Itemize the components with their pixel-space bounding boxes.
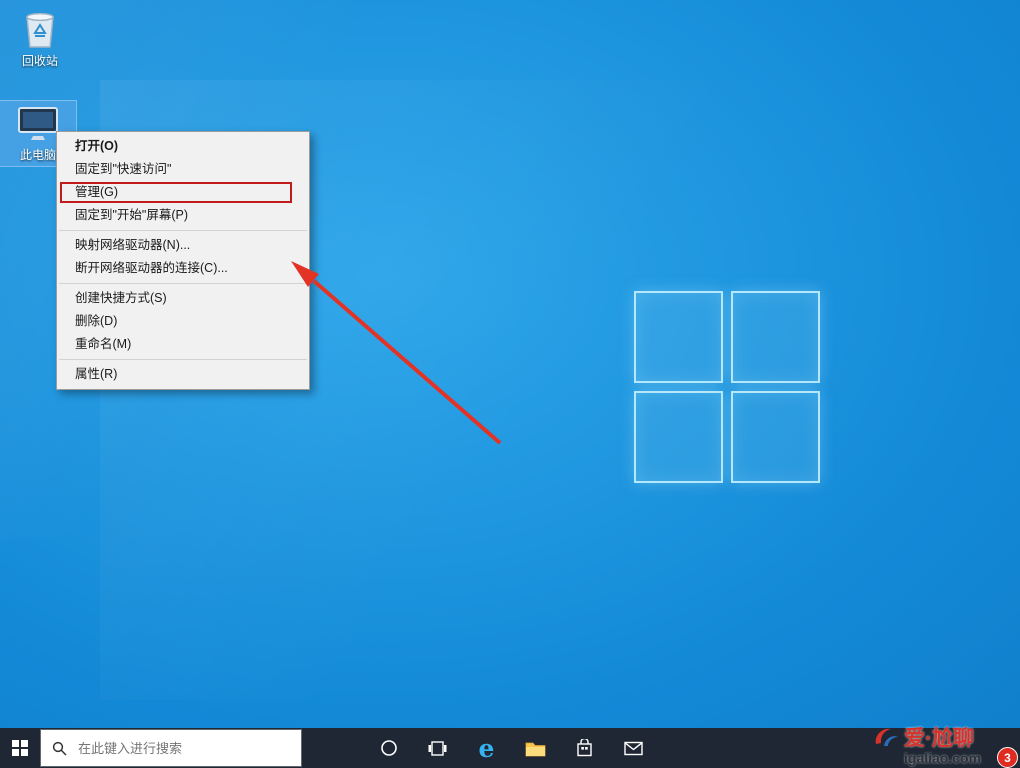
file-explorer-icon <box>525 740 546 757</box>
windows-logo-pane <box>634 391 723 483</box>
cortana-icon <box>380 739 398 757</box>
mail-button[interactable] <box>609 728 658 768</box>
edge-icon: e <box>479 736 495 761</box>
store-button[interactable] <box>560 728 609 768</box>
menu-item-manage[interactable]: 管理(G) <box>57 181 309 204</box>
task-view-icon <box>428 740 447 757</box>
this-pc-icon <box>16 105 60 143</box>
menu-separator <box>59 230 307 231</box>
search-input[interactable] <box>76 740 280 757</box>
windows-start-icon <box>12 740 28 756</box>
windows-logo-wallpaper <box>634 291 820 483</box>
start-button[interactable] <box>0 728 40 768</box>
store-icon <box>576 739 593 757</box>
menu-item-open[interactable]: 打开(O) <box>57 135 309 158</box>
menu-item-create-shortcut[interactable]: 创建快捷方式(S) <box>57 287 309 310</box>
file-explorer-button[interactable] <box>511 728 560 768</box>
taskbar-search[interactable] <box>40 729 302 767</box>
recycle-bin-label: 回收站 <box>22 54 58 68</box>
menu-item-disconnect-network-drive[interactable]: 断开网络驱动器的连接(C)... <box>57 257 309 280</box>
menu-separator <box>59 283 307 284</box>
menu-item-pin-start[interactable]: 固定到"开始"屏幕(P) <box>57 204 309 227</box>
mail-icon <box>624 741 643 756</box>
menu-item-properties[interactable]: 属性(R) <box>57 363 309 386</box>
recycle-bin-icon <box>22 9 58 49</box>
taskbar: e <box>0 728 1020 768</box>
menu-item-delete[interactable]: 删除(D) <box>57 310 309 333</box>
menu-item-map-network-drive[interactable]: 映射网络驱动器(N)... <box>57 234 309 257</box>
cortana-button[interactable] <box>364 728 413 768</box>
context-menu: 打开(O) 固定到"快速访问" 管理(G) 固定到"开始"屏幕(P) 映射网络驱… <box>56 131 310 390</box>
edge-button[interactable]: e <box>462 728 511 768</box>
this-pc-label: 此电脑 <box>20 148 56 162</box>
windows-logo-pane <box>634 291 723 383</box>
search-icon <box>52 741 67 756</box>
windows-logo-pane <box>731 291 820 383</box>
menu-separator <box>59 359 307 360</box>
windows-logo-pane <box>731 391 820 483</box>
desktop-icon-recycle-bin[interactable]: 回收站 <box>2 5 78 72</box>
task-view-button[interactable] <box>413 728 462 768</box>
menu-item-rename[interactable]: 重命名(M) <box>57 333 309 356</box>
menu-item-pin-quick-access[interactable]: 固定到"快速访问" <box>57 158 309 181</box>
